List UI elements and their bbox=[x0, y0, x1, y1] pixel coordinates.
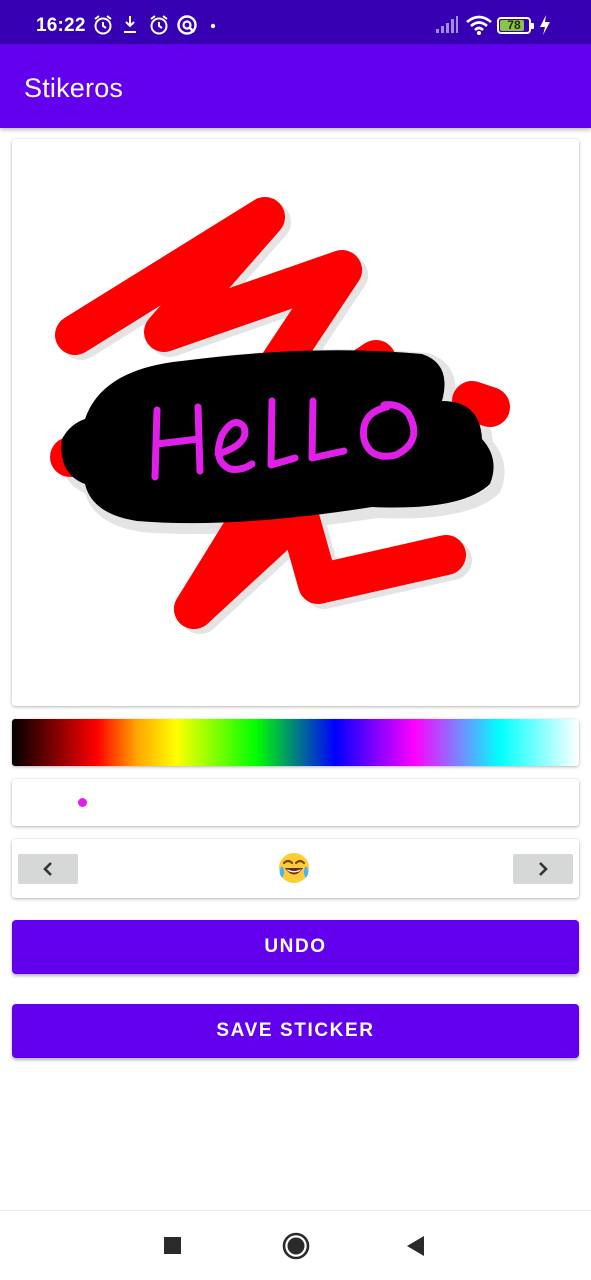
sticker-picker bbox=[12, 839, 579, 898]
brush-size-indicator[interactable] bbox=[78, 798, 87, 807]
next-sticker-button[interactable] bbox=[513, 854, 573, 884]
charging-icon bbox=[540, 15, 550, 35]
dot-icon bbox=[210, 23, 216, 29]
status-time: 16:22 bbox=[36, 15, 86, 36]
app-bar: Stikeros bbox=[0, 44, 591, 128]
status-bar: 16:22 78 bbox=[0, 0, 591, 44]
signal-icon bbox=[436, 16, 458, 33]
chevron-right-icon bbox=[539, 862, 548, 876]
home-icon[interactable] bbox=[281, 1231, 311, 1261]
drawing-canvas[interactable] bbox=[12, 139, 579, 706]
alarm-icon bbox=[94, 15, 112, 35]
sticker-drawing bbox=[50, 197, 510, 634]
vpn-icon bbox=[177, 15, 197, 35]
color-picker-bar[interactable] bbox=[12, 719, 579, 766]
wifi-icon bbox=[466, 15, 492, 35]
alarm-icon bbox=[150, 15, 168, 35]
download-icon bbox=[124, 16, 136, 33]
laughing-emoji-icon[interactable] bbox=[277, 851, 311, 885]
save-sticker-button[interactable]: SAVE STICKER bbox=[12, 1004, 579, 1058]
undo-button[interactable]: UNDO bbox=[12, 920, 579, 974]
chevron-left-icon bbox=[43, 862, 52, 876]
recents-icon[interactable] bbox=[163, 1236, 183, 1256]
system-navigation-bar bbox=[0, 1210, 591, 1280]
status-icons-right: 78 bbox=[435, 14, 565, 36]
brush-size-slider[interactable] bbox=[12, 779, 579, 826]
app-title: Stikeros bbox=[24, 73, 124, 103]
battery-level: 78 bbox=[507, 18, 521, 32]
back-icon[interactable] bbox=[405, 1234, 427, 1258]
battery-icon: 78 bbox=[497, 17, 531, 34]
previous-sticker-button[interactable] bbox=[18, 854, 78, 884]
